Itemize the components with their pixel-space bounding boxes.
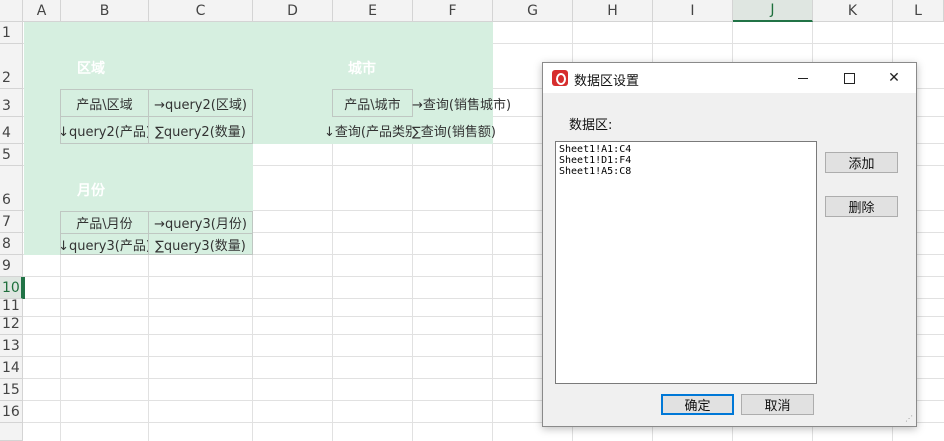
minimize-button[interactable] xyxy=(780,63,826,93)
row-header-13[interactable]: 13 xyxy=(0,335,23,357)
row-header-4[interactable]: 4 xyxy=(0,117,23,144)
cell-b8[interactable]: ↓query3(产品) xyxy=(60,233,149,255)
row-header-16[interactable]: 16 xyxy=(0,401,23,423)
row-header-6[interactable]: 6 xyxy=(0,166,23,211)
column-header-g[interactable]: G xyxy=(493,0,573,22)
row-header-14[interactable]: 14 xyxy=(0,357,23,379)
close-button[interactable]: ✕ xyxy=(871,63,917,93)
maximize-icon xyxy=(843,72,855,84)
cell-c7[interactable]: →query3(月份) xyxy=(148,211,253,234)
row-header-11[interactable]: 11 xyxy=(0,298,23,317)
list-item[interactable]: Sheet1!A1:C4 xyxy=(559,144,813,155)
column-header-f[interactable]: F xyxy=(413,0,493,22)
ok-button[interactable]: 确定 xyxy=(661,394,734,415)
select-all-corner[interactable] xyxy=(0,0,23,22)
cell-b4[interactable]: ↓query2(产品) xyxy=(60,116,149,144)
row-header-9[interactable]: 9 xyxy=(0,255,23,277)
cell-f4[interactable]: ∑查询(销售额) xyxy=(412,116,496,144)
row-header-2[interactable]: 2 xyxy=(0,44,23,89)
add-button[interactable]: 添加 xyxy=(825,152,898,173)
resize-grip-icon[interactable]: ⋰ xyxy=(905,415,913,423)
close-icon: ✕ xyxy=(888,70,900,86)
cancel-button[interactable]: 取消 xyxy=(741,394,814,415)
cell-f3[interactable]: →查询(销售城市) xyxy=(412,89,511,117)
row-header-1[interactable]: 1 xyxy=(0,22,23,44)
row-header-8[interactable]: 8 xyxy=(0,233,23,255)
region-title: 区域 xyxy=(77,61,105,77)
column-header-k[interactable]: K xyxy=(813,0,893,22)
row-header-17[interactable] xyxy=(0,423,23,441)
maximize-button[interactable] xyxy=(826,63,872,93)
app-icon xyxy=(552,70,568,86)
list-item[interactable]: Sheet1!A5:C8 xyxy=(559,166,813,177)
row-header-10[interactable]: 10 xyxy=(0,277,23,299)
cell-e3[interactable]: 产品\城市 xyxy=(332,89,413,117)
column-header-j[interactable]: J xyxy=(733,0,813,22)
data-region-dialog: 数据区设置 ✕ 数据区: Sheet1!A1:C4 Sheet1!D1:F4 S… xyxy=(542,62,917,427)
cell-b3[interactable]: 产品\区域 xyxy=(60,89,149,117)
cell-c8[interactable]: ∑query3(数量) xyxy=(148,233,253,255)
row-header-5[interactable]: 5 xyxy=(0,144,23,166)
column-header-a[interactable]: A xyxy=(23,0,61,22)
column-header-c[interactable]: C xyxy=(149,0,253,22)
column-header-h[interactable]: H xyxy=(573,0,653,22)
row-header-15[interactable]: 15 xyxy=(0,379,23,401)
column-header-b[interactable]: B xyxy=(61,0,149,22)
dialog-titlebar[interactable]: 数据区设置 ✕ xyxy=(543,63,916,93)
row-header-12[interactable]: 12 xyxy=(0,316,23,335)
row-header-3[interactable]: 3 xyxy=(0,89,23,117)
active-cell-indicator xyxy=(23,277,25,299)
row-header-7[interactable]: 7 xyxy=(0,211,23,233)
city-title: 城市 xyxy=(348,61,376,77)
data-region-list[interactable]: Sheet1!A1:C4 Sheet1!D1:F4 Sheet1!A5:C8 xyxy=(555,141,817,384)
cell-c4[interactable]: ∑query2(数量) xyxy=(148,116,253,144)
column-header-l[interactable]: L xyxy=(893,0,944,22)
dialog-title: 数据区设置 xyxy=(574,74,640,89)
delete-button[interactable]: 删除 xyxy=(825,196,898,217)
cell-e4[interactable]: ↓查询(产品类别) xyxy=(324,116,413,144)
minimize-icon xyxy=(798,77,808,79)
column-header-i[interactable]: I xyxy=(653,0,733,22)
column-header-e[interactable]: E xyxy=(333,0,413,22)
data-region-label: 数据区: xyxy=(569,118,613,133)
column-header-d[interactable]: D xyxy=(253,0,333,22)
cell-c3[interactable]: →query2(区域) xyxy=(148,89,253,117)
list-item[interactable]: Sheet1!D1:F4 xyxy=(559,155,813,166)
cell-b7[interactable]: 产品\月份 xyxy=(60,211,149,234)
month-title: 月份 xyxy=(77,183,105,199)
